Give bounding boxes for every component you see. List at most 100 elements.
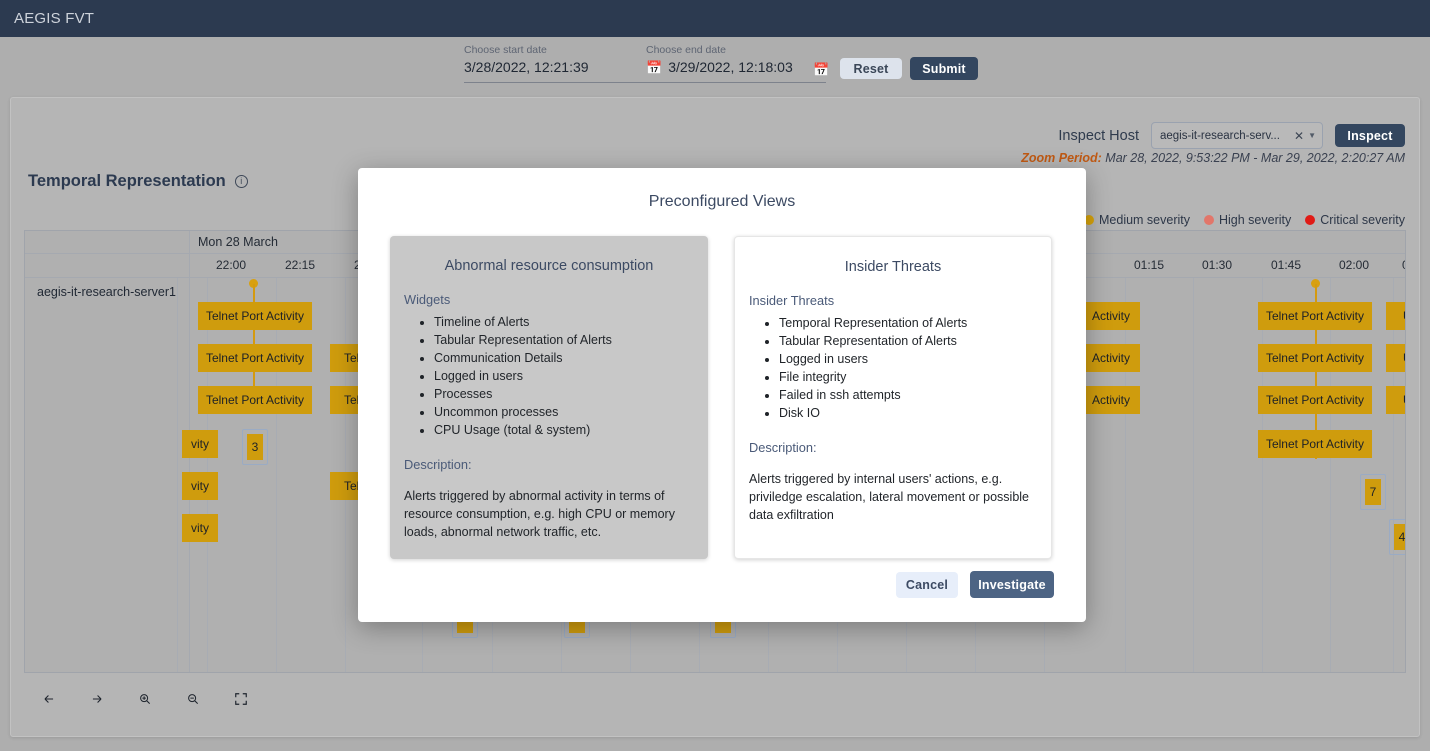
view-card-description-body: Alerts triggered by abnormal activity in… xyxy=(404,489,675,539)
chart-alert-box[interactable]: Telnet Port Activity xyxy=(1258,386,1372,414)
end-date-field[interactable]: Choose end date 📅 3/29/2022, 12:18:03 xyxy=(646,44,836,75)
end-date-value: 3/29/2022, 12:18:03 xyxy=(668,59,793,75)
view-card-abnormal-resource-consumption[interactable]: Abnormal resource consumption Widgets Ti… xyxy=(390,236,708,559)
chart-count-badge-value: 4 xyxy=(1394,524,1405,550)
legend-dot-high xyxy=(1204,215,1214,225)
chart-count-badge-value xyxy=(457,621,473,633)
chart-gridline xyxy=(1393,278,1394,672)
legend-item-critical: Critical severity xyxy=(1305,213,1405,227)
modal-title: Preconfigured Views xyxy=(648,193,796,210)
submit-button[interactable]: Submit xyxy=(910,57,978,80)
chart-gridline xyxy=(1330,278,1331,672)
view-card-widget-list: Timeline of AlertsTabular Representation… xyxy=(404,313,694,439)
chart-alert-box[interactable]: Telnet Port Activity xyxy=(198,344,312,372)
preconfigured-views-modal: Preconfigured Views Abnormal resource co… xyxy=(358,168,1086,622)
view-card-widget-item: Tabular Representation of Alerts xyxy=(779,332,1037,350)
cancel-button[interactable]: Cancel xyxy=(896,571,958,598)
reset-button[interactable]: Reset xyxy=(840,58,902,79)
view-card-subhead: Insider Threats xyxy=(749,293,835,308)
chart-alert-box[interactable]: Telnet Port Activity xyxy=(1258,430,1372,458)
zoom-period: Zoom Period: Mar 28, 2022, 9:53:22 PM - … xyxy=(1021,151,1405,165)
chart-tick-label: 22:15 xyxy=(285,258,316,272)
calendar-picker-icon[interactable]: 📅 xyxy=(813,62,829,78)
chart-day-label: Mon 28 March xyxy=(198,235,278,249)
chart-gridline xyxy=(1262,278,1263,672)
view-card-widget-item: Communication Details xyxy=(434,349,694,367)
view-card-widget-item: Failed in ssh attempts xyxy=(779,386,1037,404)
view-card-widget-item: Timeline of Alerts xyxy=(434,313,694,331)
chart-alert-box[interactable]: Telnet Port Activity xyxy=(1258,302,1372,330)
fullscreen-icon[interactable] xyxy=(228,686,254,712)
chart-alert-box[interactable]: Telnet Port Activity xyxy=(198,386,312,414)
legend-label-critical: Critical severity xyxy=(1320,213,1405,227)
chart-count-badge-value xyxy=(569,621,585,633)
chart-alert-box[interactable]: Activity xyxy=(1082,344,1140,372)
severity-legend: Medium severity High severity Critical s… xyxy=(1084,213,1405,227)
investigate-button[interactable]: Investigate xyxy=(970,571,1054,598)
view-card-widget-item: Processes xyxy=(434,385,694,403)
inspect-host-label: Inspect Host xyxy=(1058,127,1139,144)
info-icon[interactable]: i xyxy=(234,175,248,188)
view-card-description-heading: Description: xyxy=(749,440,817,455)
chart-count-badge-value: 7 xyxy=(1365,479,1381,505)
clear-icon[interactable]: ✕ xyxy=(1294,129,1304,143)
chart-alert-box[interactable]: vity xyxy=(182,514,218,542)
zoom-out-icon[interactable] xyxy=(180,686,206,712)
view-card-widget-list: Temporal Representation of AlertsTabular… xyxy=(749,314,1037,422)
view-cards: Abnormal resource consumption Widgets Ti… xyxy=(358,211,1086,559)
date-underline xyxy=(464,82,826,83)
chart-count-badge[interactable]: 3 xyxy=(242,429,268,465)
legend-item-medium: Medium severity xyxy=(1084,213,1190,227)
chart-alert-box[interactable]: Telnet Port Activity xyxy=(198,302,312,330)
view-card-title: Insider Threats xyxy=(844,259,942,275)
end-date-value-wrap: 📅 3/29/2022, 12:18:03 xyxy=(646,59,836,75)
view-card-title: Abnormal resource consumption xyxy=(444,258,654,274)
pan-right-icon[interactable] xyxy=(84,686,110,712)
page-title: Temporal Representation i xyxy=(28,172,248,191)
chart-alert-box[interactable]: Activity xyxy=(1082,302,1140,330)
view-card-widget-item: Tabular Representation of Alerts xyxy=(434,331,694,349)
host-select[interactable]: aegis-it-research-serv... ✕ ▼ xyxy=(1151,122,1323,149)
view-card-widget-item: Logged in users xyxy=(779,350,1037,368)
chevron-down-icon[interactable]: ▼ xyxy=(1308,131,1316,140)
chart-tick-label: 01:30 xyxy=(1202,258,1233,272)
chart-gridline xyxy=(276,278,277,672)
chart-gridline xyxy=(177,278,178,672)
chart-tick-label: 22:00 xyxy=(216,258,247,272)
app-root: AEGIS FVT Choose start date 3/28/2022, 1… xyxy=(0,0,1430,751)
chart-alert-box[interactable]: Telnet Port Activity xyxy=(1258,344,1372,372)
chart-gridline xyxy=(1193,278,1194,672)
app-header: AEGIS FVT xyxy=(0,0,1430,37)
legend-dot-critical xyxy=(1305,215,1316,225)
chart-tick-label: 02:00 xyxy=(1339,258,1370,272)
pan-left-icon[interactable] xyxy=(36,686,62,712)
chart-count-badge[interactable]: 7 xyxy=(1360,474,1386,510)
inspect-button[interactable]: Inspect xyxy=(1335,124,1405,147)
section-title-text: Temporal Representation xyxy=(28,172,226,190)
start-date-field[interactable]: Choose start date 3/28/2022, 12:21:39 xyxy=(464,44,639,75)
view-card-widget-item: File integrity xyxy=(779,368,1037,386)
chart-alert-box[interactable]: vity xyxy=(182,430,218,458)
inspect-host-row: Inspect Host aegis-it-research-serv... ✕… xyxy=(1058,122,1405,149)
legend-label-high: High severity xyxy=(1219,213,1292,227)
chart-alert-box[interactable]: Unu xyxy=(1386,386,1405,414)
zoom-in-icon[interactable] xyxy=(132,686,158,712)
start-date-value: 3/28/2022, 12:21:39 xyxy=(464,59,589,75)
app-title: AEGIS FVT xyxy=(14,10,95,27)
chart-alert-box[interactable]: Unu xyxy=(1386,344,1405,372)
view-card-description-heading: Description: xyxy=(404,457,472,472)
view-card-description-body: Alerts triggered by internal users' acti… xyxy=(749,472,1030,522)
view-card-widget-item: Temporal Representation of Alerts xyxy=(779,314,1037,332)
view-card-insider-threats[interactable]: Insider Threats Insider Threats Temporal… xyxy=(734,236,1052,559)
start-date-label: Choose start date xyxy=(464,44,547,56)
chart-row-label: aegis-it-research-server1 xyxy=(37,285,176,299)
modal-actions: Cancel Investigate xyxy=(896,571,1054,598)
chart-toolbar xyxy=(36,686,254,712)
chart-alert-box[interactable]: vity xyxy=(182,472,218,500)
chart-tick-label: 01:15 xyxy=(1134,258,1165,272)
chart-count-badge-value xyxy=(715,621,731,633)
chart-alert-box[interactable]: Activity xyxy=(1082,386,1140,414)
legend-item-high: High severity xyxy=(1204,213,1291,227)
chart-alert-box[interactable]: Unu xyxy=(1386,302,1405,330)
chart-count-badge[interactable]: 4 xyxy=(1389,519,1405,555)
